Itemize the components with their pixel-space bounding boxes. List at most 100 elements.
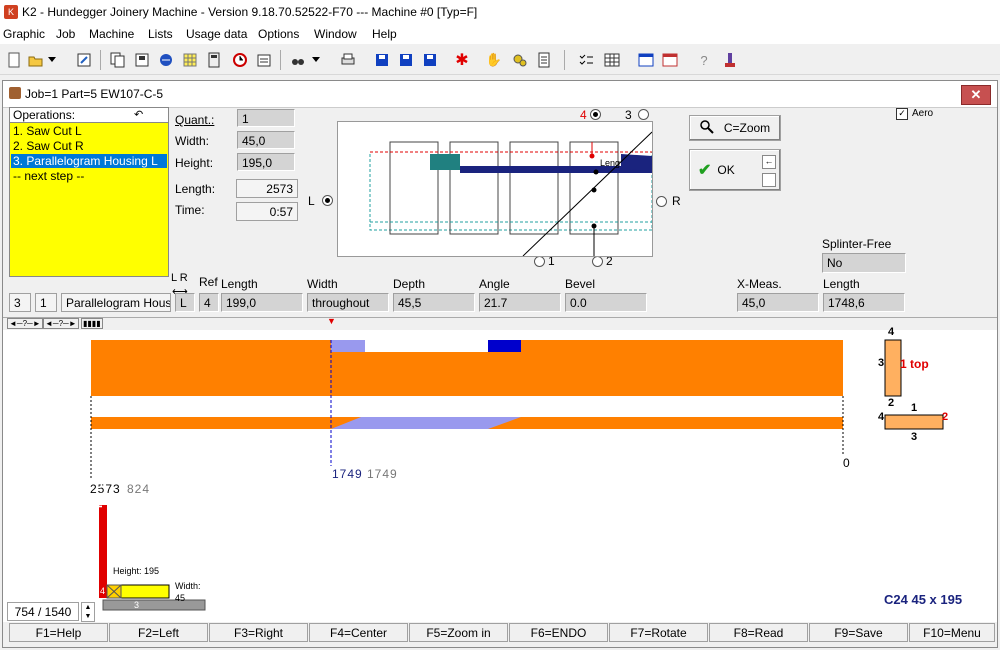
copy-icon[interactable] — [106, 48, 130, 72]
app-icon: K — [4, 5, 18, 19]
function-key-bar: F1=Help F2=Left F3=Right F4=Center F5=Zo… — [9, 623, 997, 643]
menu-options[interactable]: Options — [258, 27, 299, 41]
bottom-1-radio[interactable] — [534, 256, 545, 267]
col-depth: Depth — [393, 277, 426, 291]
ruler-control-1[interactable]: ◄─?─► — [7, 318, 43, 329]
calculator-icon[interactable] — [202, 48, 226, 72]
record-pager[interactable]: 754 / 1540 — [7, 602, 79, 621]
operation-item-selected[interactable]: 3. Parallelogram Housing L — [11, 154, 167, 168]
col-width: Width — [307, 277, 338, 291]
gears-icon[interactable] — [508, 48, 532, 72]
undo-icon[interactable]: ↶ — [134, 108, 143, 121]
blank-checkbox[interactable] — [762, 173, 776, 187]
side-right-radio[interactable] — [656, 196, 667, 207]
col-length: Length — [221, 277, 258, 291]
op-name-field[interactable]: Parallelogram Hous — [61, 293, 171, 312]
op-length-field[interactable]: 199,0 — [221, 293, 303, 312]
save-blue-icon[interactable] — [418, 48, 442, 72]
aero-checkbox[interactable]: ✓ — [896, 108, 908, 120]
menu-lists[interactable]: Lists — [148, 27, 173, 41]
window-icon — [9, 87, 21, 99]
close-button[interactable]: ✕ — [961, 85, 991, 105]
ruler-control-2[interactable]: ◄─?─► — [43, 318, 79, 329]
window-icon[interactable] — [634, 48, 658, 72]
document-icon[interactable] — [532, 48, 556, 72]
save-blue-icon[interactable] — [394, 48, 418, 72]
top-3-radio[interactable] — [638, 109, 649, 120]
f4-center-button[interactable]: F4=Center — [309, 623, 408, 642]
pager-spinner[interactable]: ▲ ▼ — [81, 602, 95, 622]
op-num2-field[interactable]: 1 — [35, 293, 57, 312]
menu-usage-data[interactable]: Usage data — [186, 27, 247, 41]
op-angle-field[interactable]: 21.7 — [479, 293, 561, 312]
edit-icon[interactable] — [72, 48, 96, 72]
drawing-area[interactable]: 1749 1749 0 2573 824 4 3 1 top 2 1 4 2 3… — [3, 326, 997, 622]
menu-window[interactable]: Window — [314, 27, 357, 41]
f7-rotate-button[interactable]: F7=Rotate — [609, 623, 708, 642]
operation-item[interactable]: 1. Saw Cut L — [13, 124, 82, 138]
zoom-button[interactable]: C=Zoom — [689, 115, 781, 141]
globe-icon[interactable] — [154, 48, 178, 72]
f8-read-button[interactable]: F8=Read — [709, 623, 808, 642]
f10-menu-button[interactable]: F10=Menu — [909, 623, 995, 642]
op-xmeas-field[interactable]: 45,0 — [737, 293, 819, 312]
star-icon[interactable]: ✱ — [450, 48, 474, 72]
bottom-2-radio[interactable] — [592, 256, 603, 267]
table-icon[interactable] — [600, 48, 624, 72]
splinter-free-select[interactable]: No — [822, 253, 906, 273]
menu-help[interactable]: Help — [372, 27, 397, 41]
hand-icon[interactable]: ✋ — [482, 48, 506, 72]
aero-label: Aero — [912, 108, 934, 119]
ruler-control-3[interactable]: ▮▮▮▮ — [81, 318, 103, 329]
op-width-select[interactable]: throughout — [307, 293, 389, 312]
op-length2-field[interactable]: 1748,6 — [823, 293, 905, 312]
binoculars-icon[interactable] — [286, 48, 310, 72]
operation-preview: Leng — [337, 121, 653, 257]
op-ref-select[interactable]: 4 — [199, 293, 219, 312]
new-icon[interactable] — [2, 48, 26, 72]
export-icon[interactable] — [252, 48, 276, 72]
f9-save-button[interactable]: F9=Save — [809, 623, 908, 642]
arrow-left-icon[interactable]: ← — [762, 155, 776, 169]
checklist-icon[interactable] — [574, 48, 598, 72]
side-left-radio[interactable] — [322, 195, 333, 206]
operations-list[interactable]: Operations: ↶ 1. Saw Cut L 2. Saw Cut R … — [9, 107, 169, 277]
menu-graphic[interactable]: Graphic — [3, 27, 45, 41]
side-left-label: L — [308, 194, 315, 208]
op-depth-field[interactable]: 45,5 — [393, 293, 475, 312]
magnifier-icon — [700, 119, 714, 137]
save-blue-icon[interactable] — [370, 48, 394, 72]
dropdown-icon[interactable] — [44, 48, 60, 72]
length-field[interactable]: 2573 — [236, 179, 298, 198]
cut-position-grey: 1749 — [367, 467, 398, 481]
save-icon[interactable] — [130, 48, 154, 72]
f3-right-button[interactable]: F3=Right — [209, 623, 308, 642]
quant-field[interactable]: 1 — [237, 109, 295, 127]
height-field[interactable]: 195,0 — [237, 153, 295, 171]
tool-icon[interactable] — [718, 48, 742, 72]
op-side-select[interactable]: L — [175, 293, 195, 312]
f6-endo-button[interactable]: F6=ENDO — [509, 623, 608, 642]
ruler-bar: ◄─?─► ◄─?─► ▮▮▮▮ ▼ — [3, 316, 997, 331]
op-bevel-field[interactable]: 0.0 — [565, 293, 647, 312]
f1-help-button[interactable]: F1=Help — [9, 623, 108, 642]
operation-item[interactable]: 2. Saw Cut R — [13, 139, 84, 153]
menu-job[interactable]: Job — [56, 27, 75, 41]
f2-left-button[interactable]: F2=Left — [109, 623, 208, 642]
window-icon[interactable] — [658, 48, 682, 72]
grid-icon[interactable] — [178, 48, 202, 72]
operation-item-next[interactable]: -- next step -- — [13, 169, 84, 183]
section-width-value: 45 — [175, 593, 186, 603]
top-4-radio[interactable] — [590, 109, 601, 120]
op-num1-field[interactable]: 3 — [9, 293, 31, 312]
width-field[interactable]: 45,0 — [237, 131, 295, 149]
f5-zoom-in-button[interactable]: F5=Zoom in — [409, 623, 508, 642]
menu-machine[interactable]: Machine — [89, 27, 134, 41]
section-width-label: Width: — [175, 581, 201, 591]
clock-icon[interactable] — [228, 48, 252, 72]
time-label: Time: — [175, 203, 205, 217]
col-ref: Ref — [199, 275, 218, 289]
help-icon[interactable]: ? — [692, 48, 716, 72]
dropdown-icon[interactable] — [308, 48, 324, 72]
print-icon[interactable] — [336, 48, 360, 72]
